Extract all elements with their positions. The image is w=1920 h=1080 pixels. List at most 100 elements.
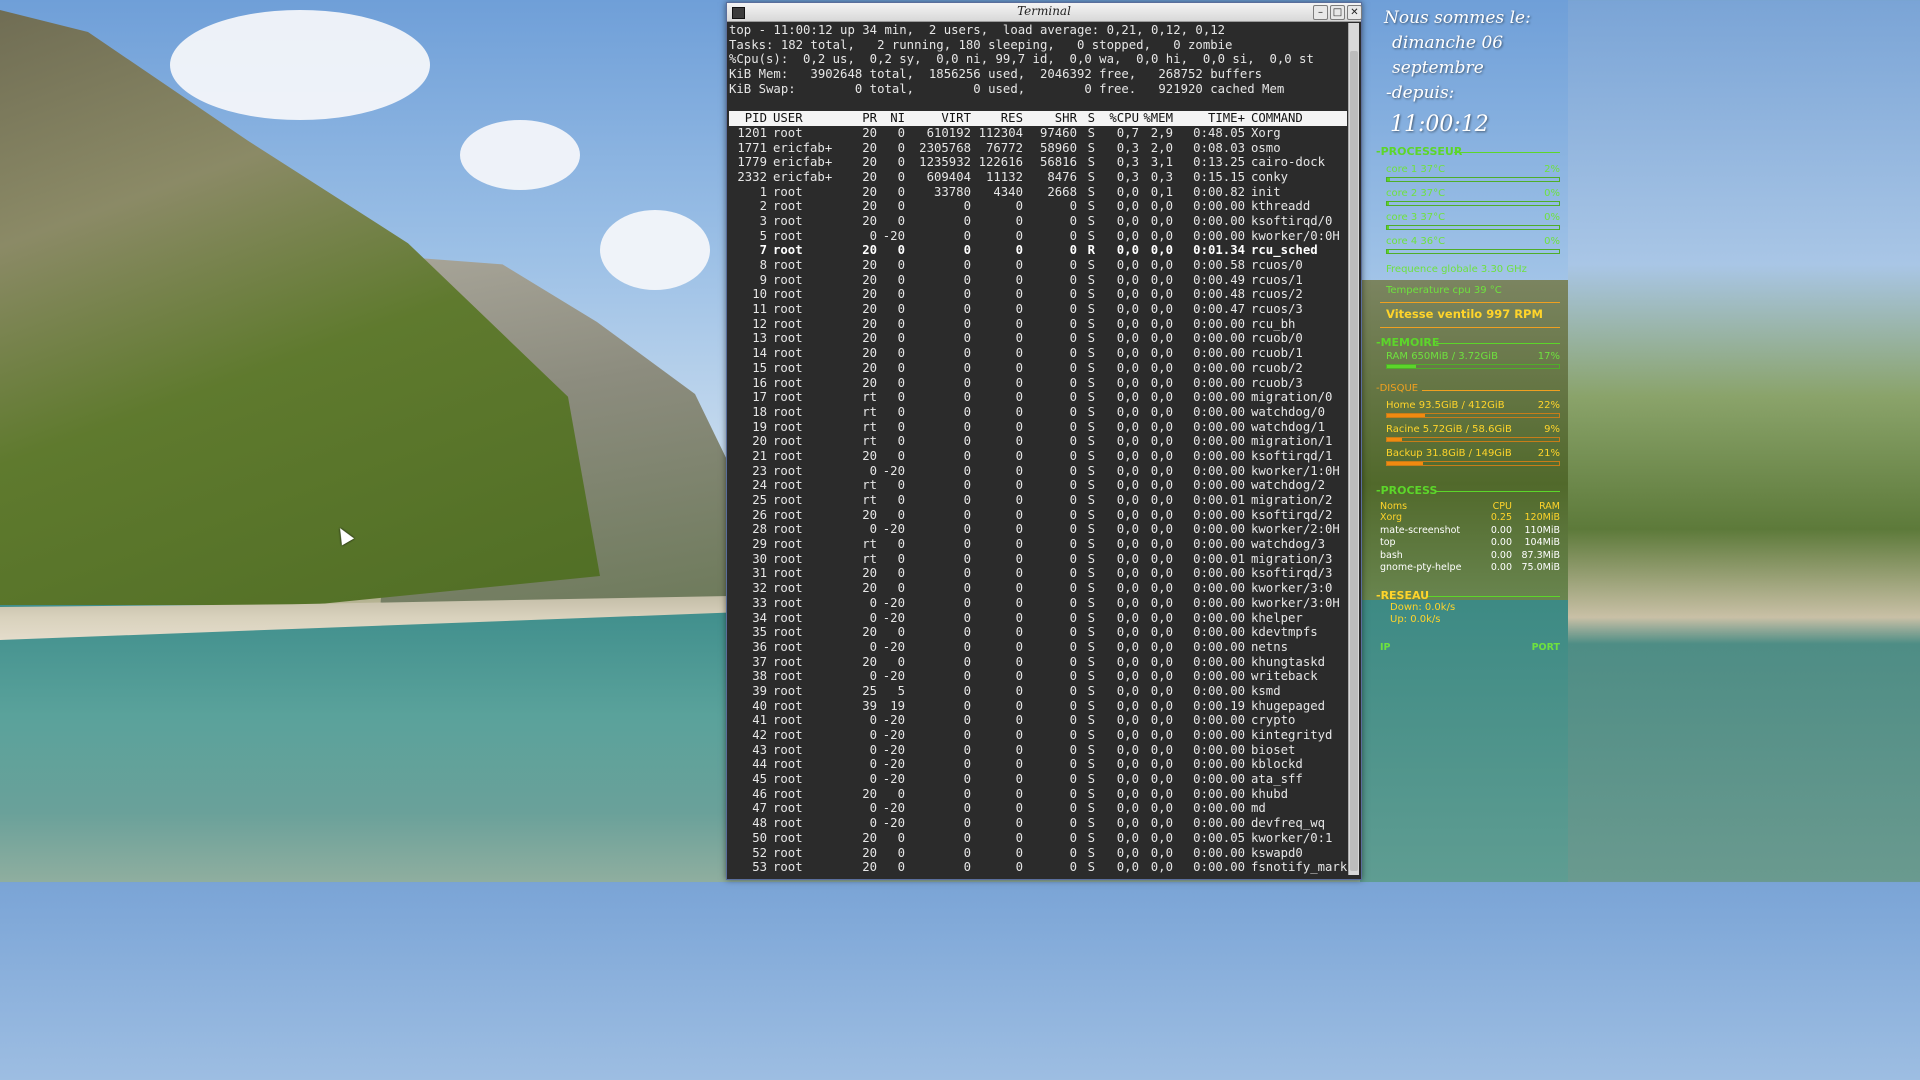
- cell-shr: 0: [1069, 331, 1077, 346]
- cell-state: S: [1087, 360, 1095, 375]
- cell-state: S: [1087, 434, 1095, 449]
- terminal-window[interactable]: Terminal – □ ✕ top - 11:00:12 up 34 min,…: [726, 2, 1362, 880]
- cell-shr: 0: [1069, 522, 1077, 537]
- cell-pr: 20: [862, 830, 877, 845]
- cell-cpu: 0,0: [1116, 669, 1139, 684]
- cell-time: 0:00.00: [1193, 786, 1245, 801]
- cell-res: 0: [1015, 654, 1023, 669]
- process-cell: 110MiB: [1524, 524, 1561, 536]
- table-row: 21 root 20 0 0 0 0 S 0,0 0,0 0:00.00 ksoftirqd/1: [729, 449, 1347, 464]
- column-header-state: S: [1087, 111, 1095, 126]
- cell-pr: rt: [862, 390, 877, 405]
- wallpaper-cloud: [170, 10, 430, 120]
- ram-bar-fill: [1387, 365, 1417, 368]
- cell-mem: 0,0: [1150, 493, 1173, 507]
- cell-res: 0: [1015, 199, 1023, 214]
- cell-pr: 20: [862, 155, 877, 170]
- cell-cpu: 0,0: [1116, 830, 1139, 845]
- cell-pr: 20: [862, 845, 877, 860]
- cell-user: root: [773, 522, 803, 537]
- cell-pid: 1771: [737, 140, 767, 155]
- cell-mem: 0,0: [1150, 639, 1173, 654]
- column-header-pr: PR: [862, 111, 877, 126]
- cell-ni: -20: [882, 595, 905, 610]
- cell-virt: 0: [963, 287, 971, 302]
- cell-virt: 0: [963, 199, 971, 214]
- cell-pid: 1779: [737, 155, 767, 170]
- cell-user: root: [773, 404, 803, 419]
- cell-pid: 44: [752, 757, 767, 772]
- table-row: 26 root 20 0 0 0 0 S 0,0 0,0 0:00.00 ksoftirqd/2: [729, 508, 1347, 523]
- cell-shr: 0: [1069, 581, 1077, 596]
- minimize-button[interactable]: –: [1313, 5, 1328, 20]
- cell-virt: 0: [963, 845, 971, 860]
- terminal-scrollbar[interactable]: [1348, 23, 1359, 875]
- cell-time: 0:00.00: [1193, 683, 1245, 698]
- cell-ni: 0: [897, 390, 905, 405]
- cell-user: root: [773, 757, 803, 772]
- disk-bar: [1386, 461, 1560, 466]
- cell-mem: 0,0: [1150, 287, 1173, 302]
- cell-command: rcuob/3: [1251, 375, 1303, 390]
- disk-section-title: -DISQUE: [1376, 383, 1566, 394]
- cell-virt: 33780: [933, 184, 971, 199]
- cell-command: rcu_sched: [1251, 243, 1318, 258]
- cell-ni: 0: [897, 845, 905, 860]
- cell-shr: 0: [1069, 302, 1077, 317]
- cell-state: S: [1087, 287, 1095, 302]
- cell-res: 0: [1015, 860, 1023, 875]
- cell-mem: 0,0: [1150, 258, 1173, 272]
- cell-command: migration/1: [1251, 434, 1333, 449]
- cell-ni: -20: [882, 639, 905, 654]
- table-row: 2 root 20 0 0 0 0 S 0,0 0,0 0:00.00 kthreadd: [729, 199, 1347, 214]
- table-row: 33 root 0 -20 0 0 0 S 0,0 0,0 0:00.00 kworker/3:0H: [729, 596, 1347, 611]
- process-cell: 120MiB: [1524, 512, 1561, 523]
- cell-user: root: [773, 698, 803, 713]
- ram-row: RAM 650MiB / 3.72GiB 17%: [1376, 351, 1566, 362]
- process-cell: top: [1380, 537, 1396, 548]
- cell-pr: rt: [862, 404, 877, 419]
- table-row: 43 root 0 -20 0 0 0 S 0,0 0,0 0:00.00 bioset: [729, 743, 1347, 758]
- cell-shr: 0: [1069, 757, 1077, 772]
- maximize-button[interactable]: □: [1330, 5, 1345, 20]
- cell-res: 0: [1015, 507, 1023, 522]
- cell-ni: 0: [897, 346, 905, 361]
- cell-mem: 0,0: [1150, 213, 1173, 228]
- cell-command: migration/3: [1251, 551, 1333, 566]
- cell-mem: 0,0: [1150, 581, 1173, 596]
- cell-pr: 0: [869, 757, 877, 772]
- close-button[interactable]: ✕: [1347, 5, 1362, 20]
- table-row: 28 root 0 -20 0 0 0 S 0,0 0,0 0:00.00 kworker/2:0H: [729, 522, 1347, 537]
- cell-user: root: [773, 639, 803, 654]
- cell-user: root: [773, 830, 803, 845]
- cell-mem: 0,0: [1150, 507, 1173, 522]
- cell-cpu: 0,0: [1116, 816, 1139, 831]
- cell-pr: 0: [869, 742, 877, 757]
- cell-state: S: [1087, 448, 1095, 463]
- cell-pid: 32: [752, 581, 767, 596]
- cell-user: root: [773, 463, 803, 478]
- cell-pid: 1: [759, 184, 767, 199]
- terminal-output[interactable]: top - 11:00:12 up 34 min, 2 users, load …: [729, 23, 1347, 877]
- cell-res: 0: [1015, 816, 1023, 831]
- window-titlebar[interactable]: Terminal – □ ✕: [727, 3, 1362, 22]
- scrollbar-thumb[interactable]: [1350, 51, 1358, 871]
- cell-virt: 0: [963, 566, 971, 581]
- cell-res: 0: [1015, 478, 1023, 493]
- cell-state: S: [1087, 683, 1095, 698]
- cell-state: S: [1087, 698, 1095, 713]
- process-cell: 104MiB: [1524, 537, 1561, 548]
- process-cell: Xorg: [1380, 512, 1403, 523]
- cell-cpu: 0,0: [1116, 199, 1139, 214]
- table-row: 7 root 20 0 0 0 0 R 0,0 0,0 0:01.34 rcu_sched: [729, 243, 1347, 258]
- cell-pr: 0: [869, 669, 877, 684]
- cell-pr: 20: [862, 860, 877, 875]
- cell-cpu: 0,0: [1116, 390, 1139, 405]
- cell-user: root: [773, 551, 803, 566]
- cpu-core-percent: 0%: [1544, 236, 1560, 247]
- cpu-core-label: core 3 37°C: [1386, 212, 1446, 223]
- cell-pr: 20: [862, 625, 877, 640]
- cell-ni: 0: [897, 625, 905, 640]
- cell-cpu: 0,0: [1116, 507, 1139, 522]
- cell-pid: 25: [752, 493, 767, 507]
